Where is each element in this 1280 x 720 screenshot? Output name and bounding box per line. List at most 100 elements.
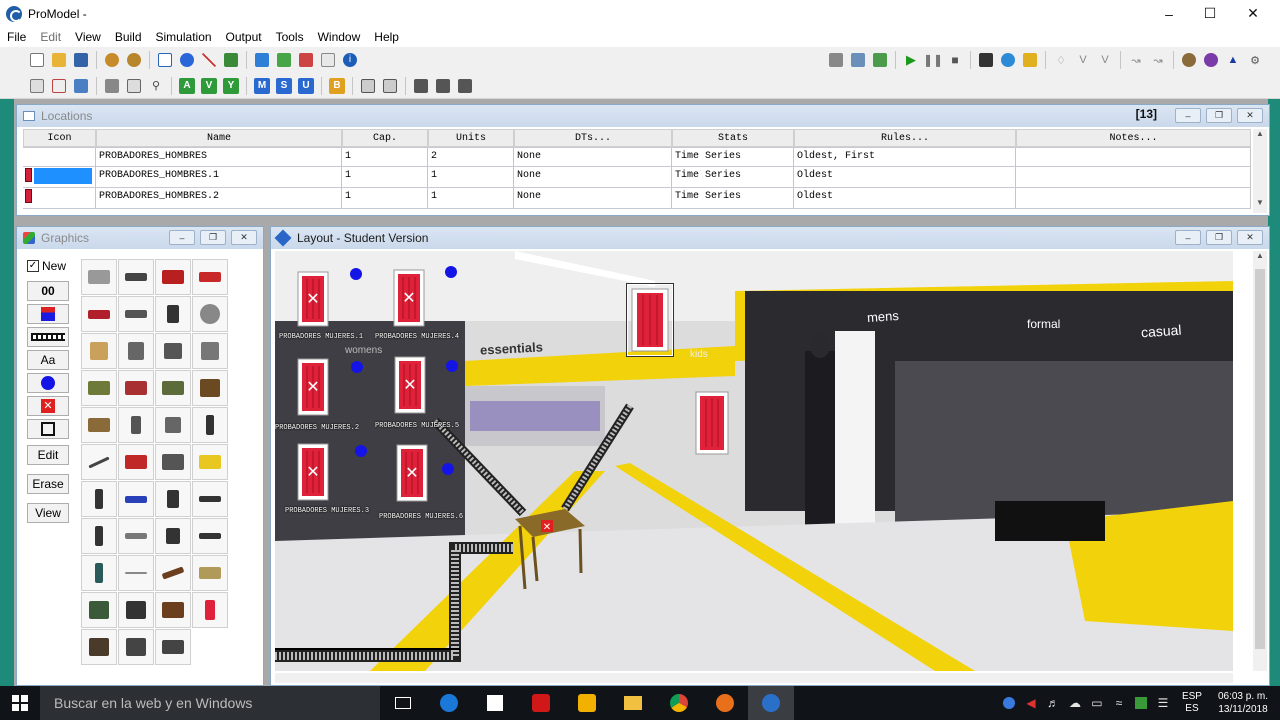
zoom-window-icon[interactable] [124, 76, 144, 96]
restore-icon[interactable]: ❐ [1206, 230, 1232, 245]
cloud-icon[interactable]: ☁ [1064, 686, 1086, 720]
menu-view[interactable]: View [68, 30, 108, 44]
bluetooth-icon[interactable] [998, 686, 1020, 720]
align-right-icon[interactable] [433, 76, 453, 96]
verify-icon[interactable]: V [1095, 50, 1115, 70]
orange-app-icon[interactable] [702, 686, 748, 720]
menu-help[interactable]: Help [367, 30, 406, 44]
menu-output[interactable]: Output [219, 30, 269, 44]
row-dts[interactable]: None [514, 148, 672, 166]
paste-icon[interactable] [380, 76, 400, 96]
pause-icon[interactable]: ❚❚ [923, 50, 943, 70]
3d-animator-icon[interactable] [1020, 50, 1040, 70]
green-machine-icon[interactable] [81, 592, 117, 628]
red-vehicle-icon[interactable] [81, 296, 117, 332]
press-icon[interactable] [155, 444, 191, 480]
row-dts[interactable]: None [514, 167, 672, 187]
maximize-button[interactable]: ☐ [1187, 0, 1233, 27]
fitting-room-mujeres-2[interactable]: ✕ [297, 358, 329, 416]
col-rules[interactable]: Rules... [794, 129, 1016, 147]
notifications-icon[interactable]: ☰ [1152, 686, 1174, 720]
green-cart-icon[interactable] [81, 370, 117, 406]
info-icon[interactable]: i [340, 50, 360, 70]
worker-icon[interactable] [192, 407, 228, 443]
menu-edit[interactable]: Edit [33, 30, 68, 44]
table-row[interactable]: PROBADORES_HOMBRES.2 1 1 None Time Serie… [23, 188, 1251, 209]
layout-settings-icon[interactable] [49, 76, 69, 96]
build-u-icon[interactable]: U [296, 76, 316, 96]
minimize-icon[interactable]: – [1175, 230, 1201, 245]
task-view-icon[interactable] [380, 686, 426, 720]
kneeling-person-icon[interactable] [155, 518, 191, 554]
align-left-icon[interactable] [411, 76, 431, 96]
minimize-button[interactable]: – [1146, 0, 1192, 27]
plate-icon[interactable] [81, 259, 117, 295]
chair-icon[interactable] [155, 296, 191, 332]
row-icon-cell[interactable] [23, 167, 96, 187]
row-name[interactable]: PROBADORES_HOMBRES.2 [96, 188, 342, 208]
edge-icon[interactable] [426, 686, 472, 720]
gauge-tool-button[interactable] [27, 304, 69, 324]
store-icon[interactable] [472, 686, 518, 720]
col-name[interactable]: Name [96, 129, 342, 147]
person-walking-icon[interactable] [81, 518, 117, 554]
row-stats[interactable]: Time Series [672, 188, 794, 208]
table-icon[interactable] [318, 50, 338, 70]
restore-icon[interactable]: ❐ [200, 230, 226, 245]
minimize-icon[interactable]: – [169, 230, 195, 245]
pipe-icon[interactable] [81, 444, 117, 480]
row-icon-cell[interactable] [23, 188, 96, 208]
rectangle-tool-icon[interactable] [155, 50, 175, 70]
build-v-icon[interactable]: V [199, 76, 219, 96]
close-icon[interactable]: ✕ [1237, 108, 1263, 123]
promodel-taskbar-icon[interactable] [748, 686, 794, 720]
locations-title-bar[interactable]: Locations [13] – ❐ ✕ [17, 105, 1269, 127]
volume-icon[interactable]: ♬ [1042, 686, 1064, 720]
path-node[interactable] [445, 266, 457, 278]
arrow-right-icon[interactable] [252, 50, 272, 70]
table-row[interactable]: PROBADORES_HOMBRES.1 1 1 None Time Serie… [23, 167, 1251, 188]
node-tool-button[interactable] [27, 373, 69, 393]
row-icon-cell[interactable] [23, 148, 96, 166]
view-button[interactable]: View [27, 503, 69, 523]
operator-icon[interactable] [155, 481, 191, 517]
scroll-up-icon[interactable]: ▲ [1253, 251, 1267, 260]
red-truck-icon[interactable] [155, 259, 191, 295]
conveyor-tool-button[interactable] [27, 327, 69, 347]
fitting-room-tile-icon[interactable] [192, 592, 228, 628]
plank-icon[interactable] [155, 555, 191, 591]
robot-icon[interactable] [118, 333, 154, 369]
build-y-icon[interactable]: Y [221, 76, 241, 96]
clock[interactable]: 06:03 p. m. 13/11/2018 [1218, 690, 1268, 716]
thin-line-icon[interactable] [118, 555, 154, 591]
close-icon[interactable]: ✕ [1237, 230, 1263, 245]
layout-horizontal-scrollbar[interactable] [275, 673, 1233, 683]
row-units[interactable]: 1 [428, 167, 514, 187]
col-units[interactable]: Units [428, 129, 514, 147]
col-dts[interactable]: DTs... [514, 129, 672, 147]
generator-icon[interactable] [155, 629, 191, 665]
person-icon[interactable] [81, 481, 117, 517]
status-light-button[interactable]: ✕ [27, 396, 69, 416]
resource-tool-icon[interactable] [221, 50, 241, 70]
machine-icon[interactable] [155, 333, 191, 369]
build-m-icon[interactable]: M [252, 76, 272, 96]
model-package-icon[interactable] [124, 50, 144, 70]
gear-machine-icon[interactable] [118, 629, 154, 665]
table-row[interactable]: PROBADORES_HOMBRES 1 2 None Time Series … [23, 148, 1251, 167]
scenario-icon[interactable] [1201, 50, 1221, 70]
small-vehicle-icon[interactable] [118, 518, 154, 554]
col-notes[interactable]: Notes... [1016, 129, 1251, 147]
row-notes[interactable] [1016, 167, 1251, 187]
row-dts[interactable]: None [514, 188, 672, 208]
scroll-up-icon[interactable]: ▲ [1253, 129, 1267, 138]
battery-icon[interactable]: ▭ [1086, 686, 1108, 720]
menu-file[interactable]: File [0, 30, 33, 44]
teal-person-icon[interactable] [81, 555, 117, 591]
open-folder-icon[interactable] [49, 50, 69, 70]
import-icon[interactable] [71, 76, 91, 96]
counter-tool-button[interactable]: 00 [27, 281, 69, 301]
graphics-title-bar[interactable]: Graphics – ❐ ✕ [17, 227, 263, 249]
entity-icon[interactable] [296, 50, 316, 70]
fitting-room-mujeres-1[interactable]: ✕ [297, 271, 329, 327]
